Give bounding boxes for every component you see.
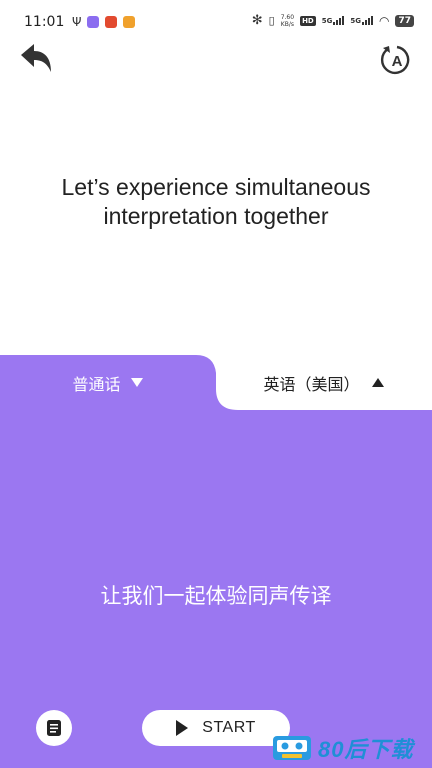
battery-indicator: 77 bbox=[395, 14, 414, 27]
intro-line-1: Let’s experience simultaneous bbox=[61, 174, 371, 200]
dropup-triangle-icon bbox=[371, 378, 384, 387]
back-button[interactable] bbox=[18, 42, 54, 76]
back-arrow-icon bbox=[21, 44, 51, 72]
panel-background bbox=[0, 355, 432, 768]
prompt-text: 让我们一起体验同声传译 bbox=[100, 584, 332, 608]
watermark-text: 80后下载 bbox=[318, 737, 414, 762]
watermark: 80后下载 bbox=[272, 732, 413, 764]
notification-icons: Ψ bbox=[72, 15, 136, 29]
app-notification-icon bbox=[87, 16, 100, 28]
target-language-label: 英语（美国） bbox=[263, 374, 360, 394]
play-icon bbox=[176, 720, 189, 736]
history-button[interactable] bbox=[36, 710, 72, 746]
hd-badge: HD bbox=[300, 15, 316, 26]
status-indicators: ✻ ▯ 7.60 KB/s HD 5G 5G ◠ 77 bbox=[252, 13, 414, 28]
intro-line-2: interpretation together bbox=[103, 203, 329, 229]
speed-unit: KB/s bbox=[280, 20, 294, 28]
document-list-icon bbox=[47, 720, 61, 736]
network-label: 5G bbox=[350, 17, 361, 25]
speed-value: 7.60 bbox=[280, 13, 295, 21]
wifi-icon: ◠ bbox=[378, 13, 390, 28]
auto-switch-icon: A bbox=[381, 45, 410, 74]
intro-text: Let’s experience simultaneous interpreta… bbox=[0, 173, 432, 231]
status-bar: 11:01 Ψ ✻ ▯ 7.60 KB/s HD 5G 5G ◠ 77 bbox=[0, 0, 432, 46]
status-time: 11:01 bbox=[24, 14, 65, 30]
signal-icon bbox=[333, 16, 345, 25]
usb-icon: Ψ bbox=[72, 15, 82, 29]
start-label: START bbox=[202, 719, 256, 736]
start-button[interactable]: START bbox=[142, 710, 290, 746]
network-label: 5G bbox=[321, 17, 333, 25]
auto-language-button[interactable]: A bbox=[380, 43, 414, 77]
svg-text:A: A bbox=[392, 53, 403, 70]
network-speed: 7.60 KB/s bbox=[281, 14, 294, 28]
source-language-selector[interactable]: 普通话 bbox=[0, 355, 215, 410]
app-notification-icon bbox=[123, 16, 136, 28]
signal-2: 5G bbox=[350, 16, 373, 25]
target-language-selector[interactable]: 英语（美国） bbox=[215, 355, 432, 410]
bluetooth-icon: ✻ bbox=[251, 13, 263, 28]
app-notification-icon bbox=[105, 16, 118, 28]
cassette-logo-icon bbox=[273, 736, 311, 760]
source-language-label: 普通话 bbox=[72, 374, 121, 394]
dropdown-triangle-icon bbox=[130, 378, 143, 387]
signal-icon bbox=[361, 16, 373, 25]
interpretation-panel bbox=[0, 355, 432, 768]
vibrate-icon: ▯ bbox=[268, 14, 275, 27]
signal-1: 5G bbox=[322, 16, 345, 25]
